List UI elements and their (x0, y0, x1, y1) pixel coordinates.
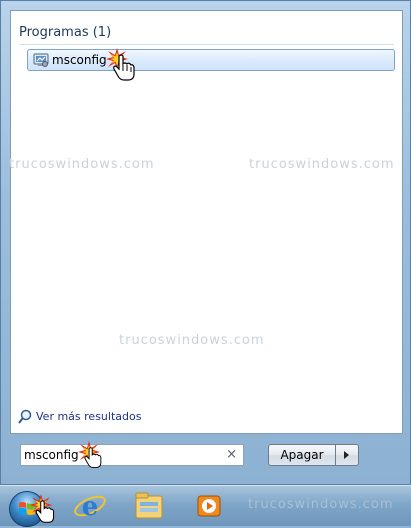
start-search-box[interactable]: × (20, 441, 244, 468)
watermark-text: trucoswindows.com (119, 333, 265, 348)
watermark-text: trucoswindows.com (9, 157, 155, 172)
section-divider (19, 44, 394, 45)
clear-search-icon[interactable]: × (226, 447, 237, 462)
taskbar-item-internet-explorer[interactable]: e (72, 488, 112, 524)
taskbar-item-windows-explorer[interactable] (131, 488, 171, 524)
watermark-text: trucoswindows.com (249, 157, 395, 172)
internet-explorer-icon: e (74, 492, 106, 522)
hand-cursor-icon (113, 54, 135, 81)
see-more-results-label: Ver más resultados (36, 410, 142, 423)
search-results-pane: Programas (1) msconfig trucoswindows.com… (9, 10, 403, 434)
watermark-text: trucoswindows.com (248, 497, 394, 512)
media-player-icon (197, 495, 221, 517)
result-item-msconfig[interactable]: msconfig (27, 48, 395, 81)
hand-cursor-icon (35, 500, 55, 523)
windows-explorer-icon (135, 492, 163, 519)
search-input[interactable] (24, 447, 214, 463)
shutdown-group: Apagar (268, 444, 359, 466)
svg-text:e: e (82, 492, 99, 522)
taskbar-item-media-player[interactable] (191, 488, 231, 524)
msconfig-icon (33, 53, 49, 67)
programs-section-title: Programas (1) (19, 25, 112, 40)
taskbar: e trucoswindows.com (0, 485, 411, 527)
result-item-label: msconfig (52, 53, 107, 67)
search-magnifier-icon (18, 409, 32, 424)
chevron-right-icon (344, 451, 349, 459)
start-menu: Programas (1) msconfig trucoswindows.com… (0, 0, 411, 485)
shutdown-options-button[interactable] (335, 444, 359, 466)
start-button[interactable] (4, 488, 55, 527)
hand-cursor-icon (84, 447, 102, 468)
shutdown-button[interactable]: Apagar (268, 444, 336, 466)
